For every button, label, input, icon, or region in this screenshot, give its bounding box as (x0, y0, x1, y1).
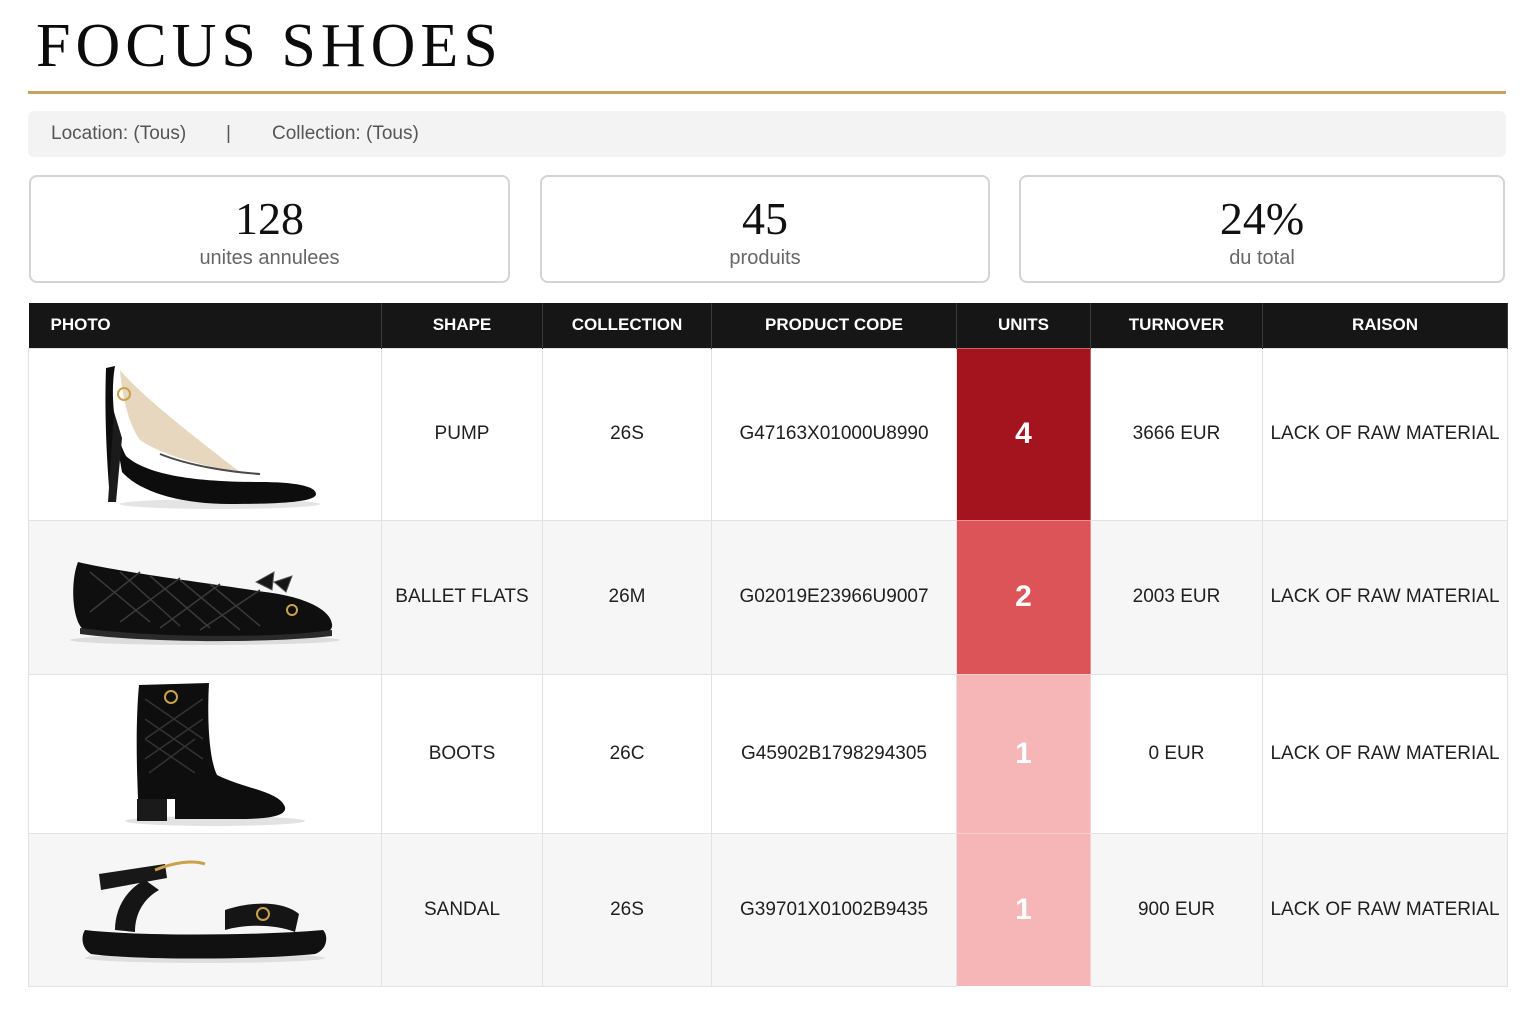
kpi-label: produits (729, 247, 801, 269)
page-title: FOCUS SHOES (36, 12, 503, 80)
units-cell: 1 (956, 673, 1091, 834)
product-code-cell: G02019E23966U9007 (711, 519, 957, 675)
shape-cell: BALLET FLATS (381, 519, 543, 675)
column-header-product-code[interactable]: PRODUCT CODE (711, 303, 957, 348)
column-header-turnover[interactable]: TURNOVER (1090, 303, 1263, 348)
filter-bar: Location: (Tous) | Collection: (Tous) (28, 111, 1506, 157)
table-row[interactable]: SANDAL 26S G39701X01002B9435 1 900 EUR L… (28, 832, 1508, 987)
table-row[interactable]: PUMP 26S G47163X01000U8990 4 3666 EUR LA… (28, 347, 1508, 521)
kpi-card-products: 45 produits (540, 175, 990, 283)
kpi-value: 128 (235, 193, 304, 244)
column-header-photo[interactable]: PHOTO (28, 303, 382, 348)
table-row[interactable]: BOOTS 26C G45902B1798294305 1 0 EUR LACK… (28, 673, 1508, 834)
pump-shoe-image (105, 366, 320, 509)
filter-separator: | (226, 123, 231, 144)
kpi-card-share-of-total: 24% du total (1019, 175, 1505, 283)
photo-cell (28, 673, 382, 834)
turnover-cell: 3666 EUR (1090, 347, 1263, 521)
shape-cell: SANDAL (381, 832, 543, 987)
raison-cell: LACK OF RAW MATERIAL (1262, 832, 1508, 987)
collection-cell: 26S (542, 832, 712, 987)
turnover-cell: 2003 EUR (1090, 519, 1263, 675)
ballet-flat-image (70, 562, 340, 645)
location-filter[interactable]: Location: (Tous) (51, 111, 186, 157)
photo-cell (28, 519, 382, 675)
ankle-boot-image (125, 682, 305, 826)
raison-cell: LACK OF RAW MATERIAL (1262, 519, 1508, 675)
kpi-label: du total (1229, 247, 1295, 269)
product-code-cell: G39701X01002B9435 (711, 832, 957, 987)
units-cell: 2 (956, 519, 1091, 675)
column-header-units[interactable]: UNITS (956, 303, 1091, 348)
title-divider (28, 91, 1506, 94)
column-header-collection[interactable]: COLLECTION (542, 303, 712, 348)
collection-cell: 26M (542, 519, 712, 675)
kpi-value: 24% (1219, 193, 1305, 244)
table-row[interactable]: BALLET FLATS 26M G02019E23966U9007 2 200… (28, 519, 1508, 675)
collection-cell: 26C (542, 673, 712, 834)
collection-cell: 26S (542, 347, 712, 521)
products-table: PHOTO SHAPE COLLECTION PRODUCT CODE UNIT… (28, 303, 1508, 987)
kpi-value: 45 (742, 193, 788, 244)
product-code-cell: G47163X01000U8990 (711, 347, 957, 521)
photo-cell (28, 832, 382, 987)
raison-cell: LACK OF RAW MATERIAL (1262, 673, 1508, 834)
shape-cell: PUMP (381, 347, 543, 521)
units-cell: 4 (956, 347, 1091, 521)
kpi-card-cancelled-units: 128 unites annulees (29, 175, 510, 283)
kpi-label: unites annulees (199, 247, 340, 269)
raison-cell: LACK OF RAW MATERIAL (1262, 347, 1508, 521)
photo-cell (28, 347, 382, 521)
collection-filter[interactable]: Collection: (Tous) (272, 111, 419, 157)
product-code-cell: G45902B1798294305 (711, 673, 957, 834)
sandal-image (82, 860, 327, 963)
column-header-raison[interactable]: RAISON (1262, 303, 1508, 348)
units-cell: 1 (956, 832, 1091, 987)
turnover-cell: 900 EUR (1090, 832, 1263, 987)
table-header-row: PHOTO SHAPE COLLECTION PRODUCT CODE UNIT… (28, 303, 1508, 348)
shape-cell: BOOTS (381, 673, 543, 834)
column-header-shape[interactable]: SHAPE (381, 303, 543, 348)
turnover-cell: 0 EUR (1090, 673, 1263, 834)
